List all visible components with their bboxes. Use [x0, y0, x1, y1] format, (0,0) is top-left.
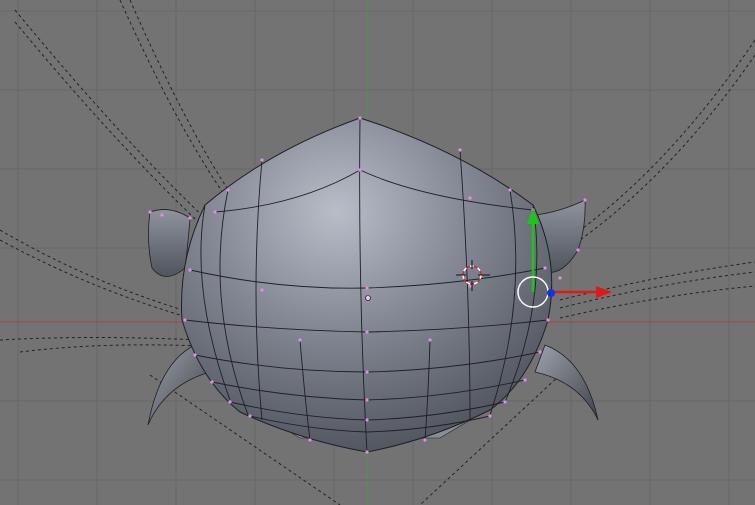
mesh-object[interactable]	[147, 116, 599, 454]
3d-viewport[interactable]	[0, 0, 755, 505]
main-body	[181, 117, 553, 453]
z-axis-handle-icon	[547, 289, 555, 297]
right-horn	[534, 344, 599, 421]
object-origin	[365, 295, 371, 301]
left-ear	[148, 209, 191, 277]
